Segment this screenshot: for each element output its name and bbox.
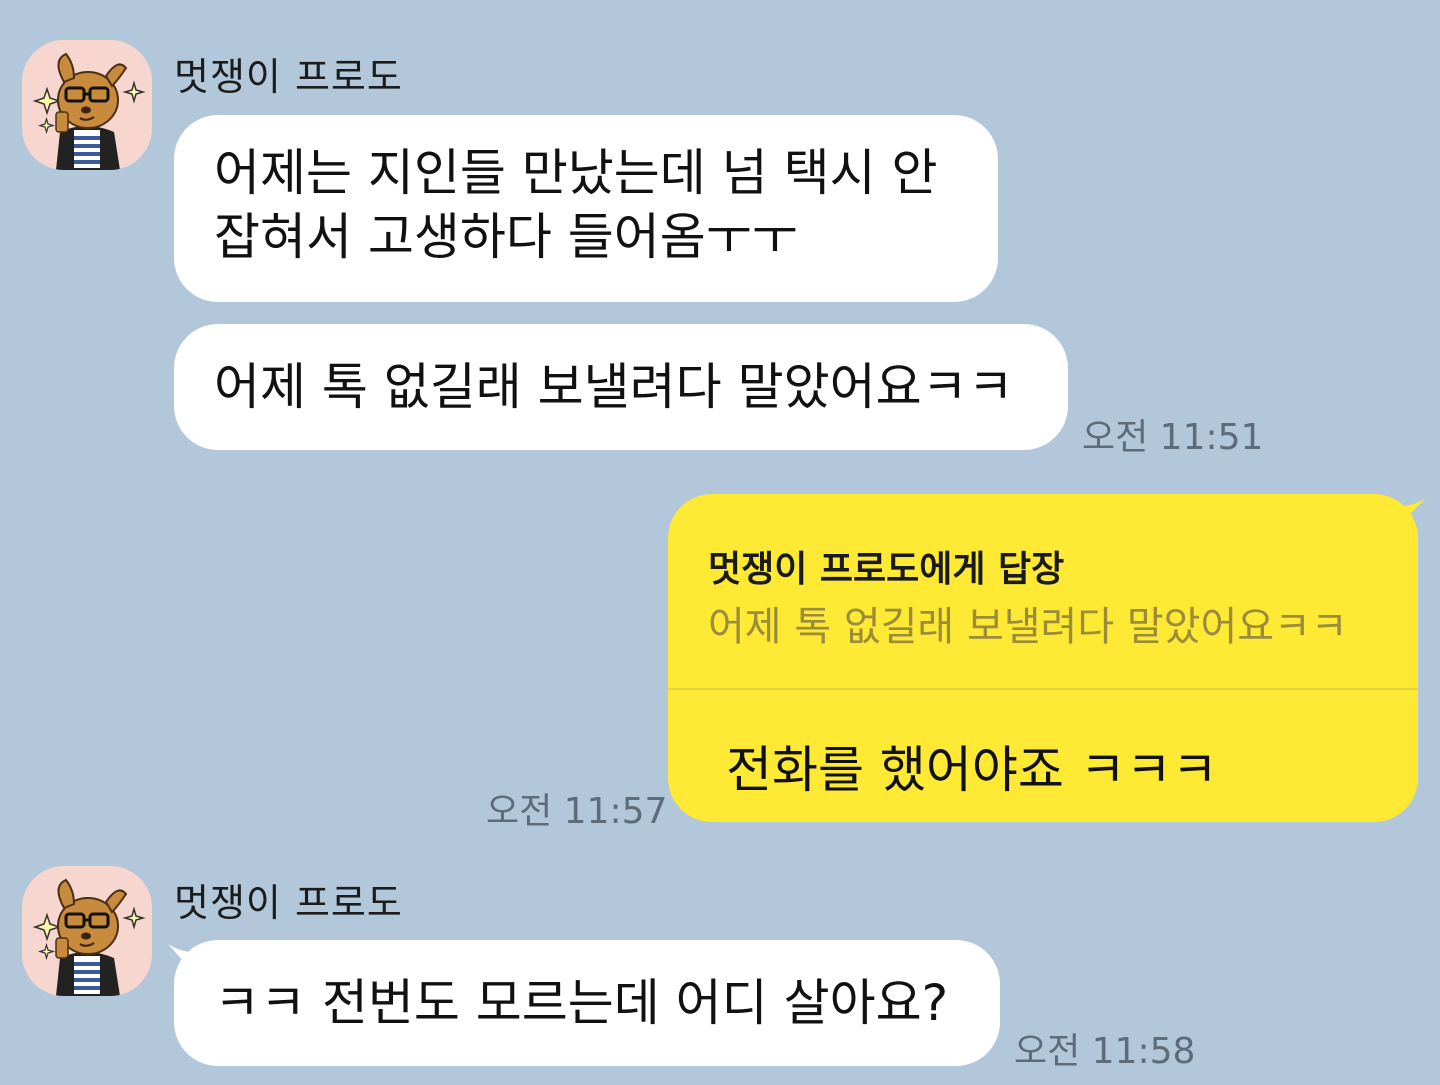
sender-avatar[interactable] xyxy=(22,866,152,996)
sender-name: 멋쟁이 프로도 xyxy=(174,55,403,99)
message-timestamp: 오전 11:51 xyxy=(1082,417,1264,458)
frodo-character-icon xyxy=(22,40,152,170)
message-bubble[interactable]: 어제는 지인들 만났는데 넘 택시 안 잡혀서 고생하다 들어옴ㅜㅜ xyxy=(174,115,998,302)
message-timestamp: 오전 11:57 xyxy=(486,791,668,832)
reply-message-bubble[interactable]: 멋쟁이 프로도에게 답장 어제 톡 없길래 보낼려다 말았어요ㅋㅋ 전화를 했어… xyxy=(668,494,1418,822)
message-text: 어제 톡 없길래 보낼려다 말았어요ㅋㅋ xyxy=(214,358,1014,416)
message-text: 전화를 했어야죠 ㅋㅋㅋ xyxy=(726,741,1218,799)
message-text: ㅋㅋ 전번도 모르는데 어디 살아요? xyxy=(214,974,949,1032)
message-text-line: 어제는 지인들 만났는데 넘 택시 안 xyxy=(214,144,938,202)
chat-room: 멋쟁이 프로도 어제는 지인들 만났는데 넘 택시 안 잡혀서 고생하다 들어옴… xyxy=(0,0,1440,1085)
message-text-line: 잡혀서 고생하다 들어옴ㅜㅜ xyxy=(214,208,798,266)
frodo-character-icon xyxy=(22,866,152,996)
message-timestamp: 오전 11:58 xyxy=(1014,1031,1196,1072)
reply-header: 멋쟁이 프로도에게 답장 xyxy=(708,549,1065,590)
reply-quoted-text[interactable]: 어제 톡 없길래 보낼려다 말았어요ㅋㅋ xyxy=(708,594,1348,652)
message-bubble[interactable]: ㅋㅋ 전번도 모르는데 어디 살아요? xyxy=(174,940,1000,1066)
sender-name: 멋쟁이 프로도 xyxy=(174,881,403,925)
message-bubble[interactable]: 어제 톡 없길래 보낼려다 말았어요ㅋㅋ xyxy=(174,324,1068,450)
reply-divider xyxy=(668,688,1418,690)
sender-avatar[interactable] xyxy=(22,40,152,170)
